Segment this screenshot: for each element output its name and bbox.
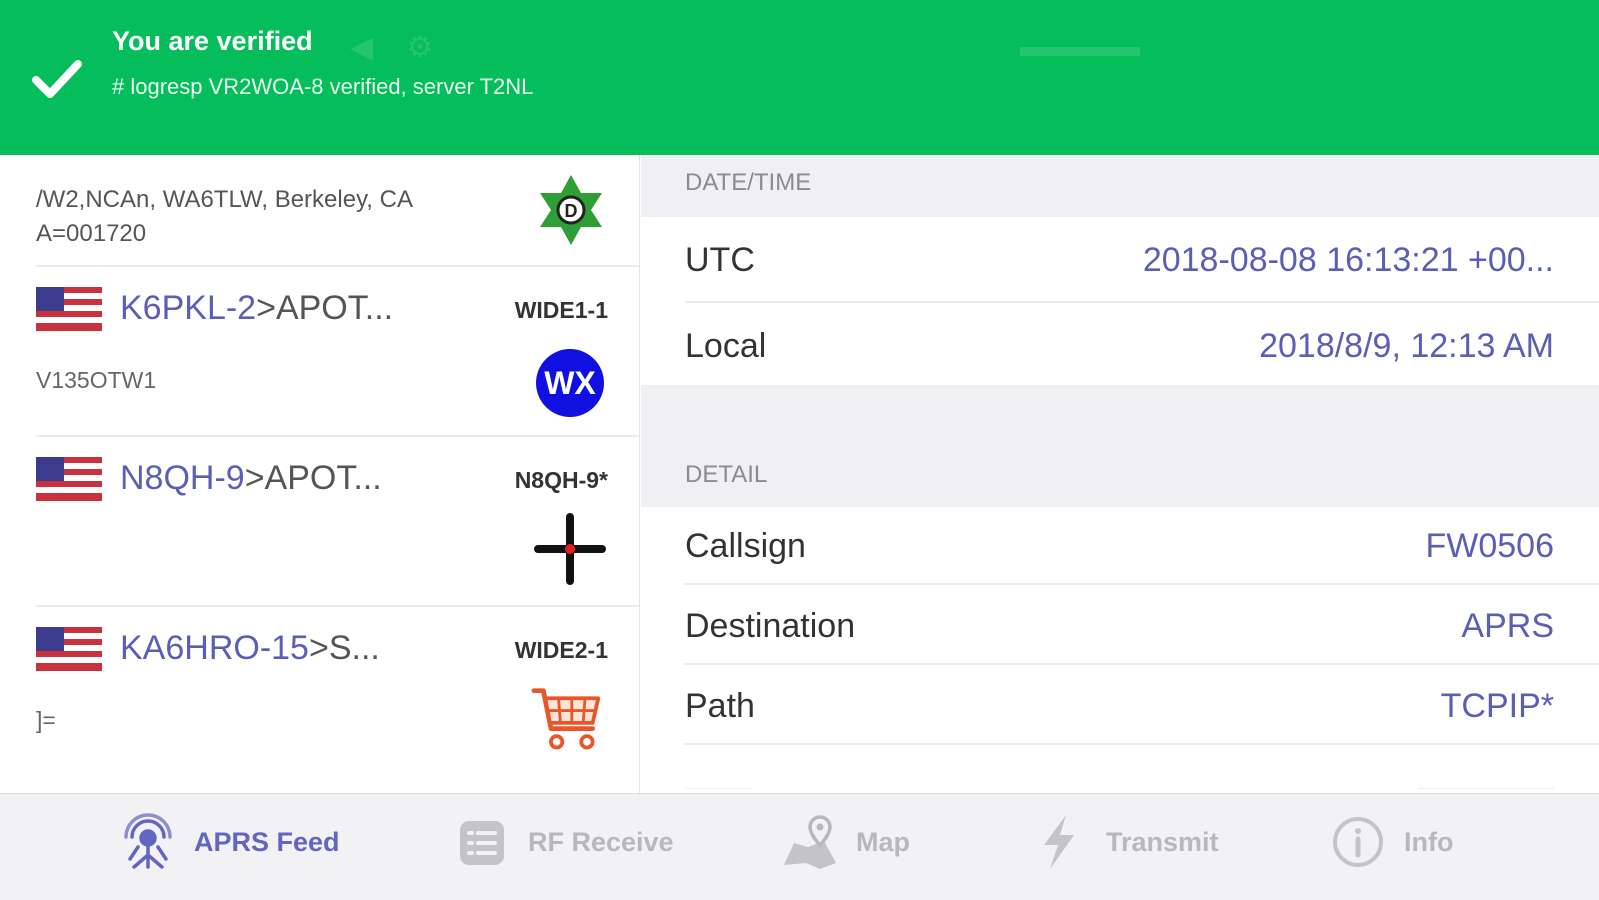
detail-row-utc[interactable]: UTC 2018-08-08 16:13:21 +00... [641,217,1599,303]
clipped-row-label: ▬▬ [685,769,753,789]
list-item[interactable]: /W2,NCAn, WA6TLW, Berkeley, CA A=001720 … [0,155,639,267]
us-flag-icon [36,287,102,331]
packet-path: N8QH-9* [514,467,608,493]
destination-value: APRS [1461,607,1554,645]
row-divider [685,663,1599,665]
wx-icon: WX [536,349,604,417]
aprs-feed-icon [124,813,172,869]
local-label: Local [685,327,767,365]
wx-symbol-text: WX [544,365,596,401]
banner-message: # logresp VR2WOA-8 verified, server T2NL [112,74,534,99]
packet-destination: >APOT... [256,289,394,327]
us-flag-icon [36,627,102,671]
packet-detail-pane[interactable]: DATE/TIME UTC 2018-08-08 16:13:21 +00...… [641,155,1599,793]
packet-comment: /W2,NCAn, WA6TLW, Berkeley, CA A=001720 [36,183,413,251]
utc-value: 2018-08-08 16:13:21 +00... [1142,241,1554,279]
checkmark-icon [32,60,82,98]
row-divider [685,583,1599,585]
packet-header: K6PKL-2>APOT... [120,289,393,328]
tab-label: Transmit [1106,826,1219,857]
path-label: Path [685,687,755,725]
section-header-datetime: DATE/TIME [685,169,812,196]
packet-source[interactable]: KA6HRO-15 [120,629,309,667]
clipped-row-value: ▬▬▬▬ [1418,769,1554,789]
tab-info[interactable]: Info [1328,812,1453,872]
us-flag-icon [36,457,102,501]
info-icon [1333,817,1383,867]
packet-path: WIDE1-1 [514,297,608,323]
row-divider [685,743,1599,745]
detail-group: Callsign FW0506 Destination APRS Path TC… [641,507,1599,793]
packet-source[interactable]: K6PKL-2 [120,289,256,327]
svg-text:D: D [565,201,578,221]
tab-map[interactable]: Map [780,812,910,872]
obscured-nav-ghost-title: ▬▬▬▬ [1020,30,1140,63]
callsign-label: Callsign [685,527,806,565]
list-item[interactable]: N8QH-9>APOT... N8QH-9* [0,437,639,607]
shopping-cart-icon [531,688,601,750]
section-header-detail: DETAIL [685,461,768,488]
callsign-value[interactable]: FW0506 [1426,527,1555,566]
tab-aprs-feed[interactable]: APRS Feed [118,812,340,872]
rf-receive-icon [460,821,504,865]
packet-path: WIDE2-1 [514,637,608,663]
packet-comment-line: A=001720 [36,220,147,247]
packet-destination: >APOT... [244,459,382,497]
packet-destination: >S... [308,629,380,667]
obscured-nav-ghost-left: ◀ ⚙ [350,31,434,64]
utc-label: UTC [685,241,755,279]
packet-comment: ]= [36,707,56,733]
tab-rf-receive[interactable]: RF Receive [452,812,674,872]
crosshair-icon [534,513,606,585]
transmit-icon [1044,815,1074,869]
packet-comment-line: /W2,NCAn, WA6TLW, Berkeley, CA [36,186,413,213]
packet-header: KA6HRO-15>S... [120,629,380,668]
destination-label: Destination [685,607,856,645]
tab-transmit[interactable]: Transmit [1030,812,1219,872]
detail-row-local[interactable]: Local 2018/8/9, 12:13 AM [641,303,1599,385]
banner-title: You are verified [112,26,313,56]
tab-label: Info [1404,826,1454,857]
verification-banner[interactable]: ◀ ⚙ ▬▬▬▬ You are verified # logresp VR2W… [0,0,1599,155]
path-value: TCPIP* [1440,687,1554,725]
tab-label: Map [856,826,910,857]
packet-header: N8QH-9>APOT... [120,459,382,498]
tab-label: RF Receive [528,826,674,857]
map-icon [784,815,836,869]
packet-comment: V135OTW1 [36,367,157,393]
list-item[interactable]: K6PKL-2>APOT... WIDE1-1 V135OTW1 WX [0,267,639,437]
local-value: 2018/8/9, 12:13 AM [1259,327,1554,365]
tab-bar: APRS Feed RF Receive Map Transmit Info [0,793,1599,900]
list-item[interactable]: KA6HRO-15>S... WIDE2-1 ]= [0,607,639,793]
tab-label: APRS Feed [194,826,340,857]
green-star-digi-icon: D [540,175,602,245]
packet-feed-list[interactable]: /W2,NCAn, WA6TLW, Berkeley, CA A=001720 … [0,155,640,793]
packet-source[interactable]: N8QH-9 [120,459,245,497]
